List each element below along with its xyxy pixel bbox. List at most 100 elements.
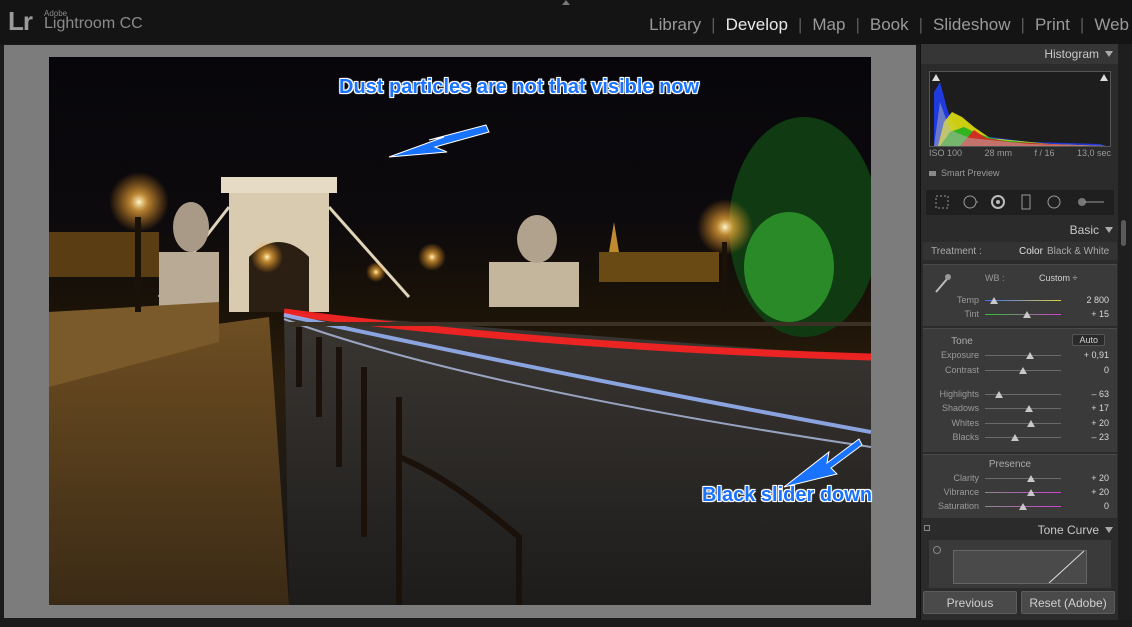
tint-slider-row[interactable]: Tint + 15 (923, 308, 1117, 322)
tone-group: Tone Auto Exposure + 0,91 Contrast 0 Hig… (923, 328, 1117, 452)
module-print[interactable]: Print (1025, 15, 1080, 35)
module-web[interactable]: Web (1084, 15, 1132, 35)
panel-toggle-icon[interactable] (924, 525, 930, 531)
module-book[interactable]: Book (860, 15, 919, 35)
tone-curve-panel (929, 540, 1111, 588)
temp-label: Temp (956, 295, 979, 305)
clarity-value[interactable]: + 20 (1091, 473, 1109, 483)
whites-label: Whites (951, 418, 979, 428)
shadows-track[interactable] (985, 408, 1061, 409)
saturation-slider-row[interactable]: Saturation 0 (923, 500, 1117, 514)
smart-preview-status[interactable]: Smart Preview (929, 168, 1000, 178)
histogram-metadata: ISO 100 28 mm f / 16 13,0 sec (929, 148, 1111, 158)
previous-button[interactable]: Previous (923, 591, 1017, 614)
saturation-label: Saturation (937, 501, 979, 511)
blacks-knob[interactable] (1010, 434, 1019, 441)
exposure-value[interactable]: + 0,91 (1084, 350, 1109, 360)
module-slideshow[interactable]: Slideshow (923, 15, 1021, 35)
crop-overlay-icon[interactable] (934, 194, 950, 210)
tint-knob[interactable] (1022, 311, 1031, 318)
panel-scrollbar[interactable] (1118, 44, 1132, 620)
treatment-color-option[interactable]: Color (1019, 246, 1043, 257)
saturation-knob[interactable] (1019, 503, 1027, 510)
basic-header[interactable]: Basic (921, 220, 1119, 240)
wb-label: WB : (985, 273, 1005, 283)
collapse-triangle-icon[interactable] (1105, 51, 1113, 57)
histogram-header[interactable]: Histogram (921, 44, 1119, 64)
saturation-value[interactable]: 0 (1104, 501, 1109, 511)
vibrance-slider-row[interactable]: Vibrance + 20 (923, 486, 1117, 500)
contrast-label: Contrast (944, 365, 979, 375)
adjustment-brush-icon[interactable] (1076, 194, 1106, 210)
eyedropper-icon[interactable] (933, 271, 953, 295)
blacks-value[interactable]: – 23 (1091, 432, 1109, 442)
tint-value[interactable]: + 15 (1091, 309, 1109, 319)
shadows-knob[interactable] (1025, 405, 1034, 412)
collapse-top-panel-icon[interactable] (562, 0, 570, 5)
clarity-track[interactable] (985, 478, 1061, 479)
shadow-clipping-icon[interactable] (932, 74, 940, 81)
whites-knob[interactable] (1026, 420, 1035, 427)
auto-tone-button[interactable]: Auto (1072, 334, 1105, 346)
shadows-label: Shadows (941, 403, 979, 413)
contrast-knob[interactable] (1019, 367, 1027, 374)
presence-group: Presence Clarity + 20 Vibrance + 20 Satu… (923, 454, 1117, 518)
tone-curve-title: Tone Curve (1037, 523, 1099, 537)
vibrance-knob[interactable] (1026, 489, 1035, 496)
contrast-slider-row[interactable]: Contrast 0 (923, 364, 1117, 378)
whites-value[interactable]: + 20 (1091, 418, 1109, 428)
wb-preset-select[interactable]: Custom ÷ (1039, 273, 1077, 283)
highlights-knob[interactable] (995, 391, 1004, 398)
module-library[interactable]: Library (639, 15, 711, 35)
whites-slider-row[interactable]: Whites + 20 (923, 417, 1117, 431)
collapse-triangle-icon[interactable] (1105, 527, 1113, 533)
smart-preview-icon (929, 171, 936, 177)
contrast-value[interactable]: 0 (1104, 365, 1109, 375)
treatment-bw-option[interactable]: Black & White (1047, 246, 1109, 257)
tone-curve-header[interactable]: Tone Curve (921, 520, 1119, 540)
clarity-label: Clarity (953, 473, 979, 483)
collapse-triangle-icon[interactable] (1105, 227, 1113, 233)
module-map[interactable]: Map (802, 15, 855, 35)
vibrance-track[interactable] (985, 492, 1061, 493)
temp-knob[interactable] (990, 297, 999, 304)
exposure-track[interactable] (985, 355, 1061, 356)
shadows-value[interactable]: + 17 (1091, 403, 1109, 413)
brand-name: Lightroom CC (44, 15, 143, 32)
clarity-slider-row[interactable]: Clarity + 20 (923, 472, 1117, 486)
graduated-filter-icon[interactable] (1018, 194, 1034, 210)
tone-curve-graph[interactable] (953, 550, 1087, 584)
highlight-clipping-icon[interactable] (1100, 74, 1108, 81)
histogram[interactable] (929, 71, 1111, 147)
reset-button[interactable]: Reset (Adobe) (1021, 591, 1115, 614)
vibrance-value[interactable]: + 20 (1091, 487, 1109, 497)
module-develop[interactable]: Develop (716, 15, 798, 35)
whites-track[interactable] (985, 423, 1061, 424)
temp-value[interactable]: 2 800 (1086, 295, 1109, 305)
temp-slider-row[interactable]: Temp 2 800 (923, 294, 1117, 308)
lightroom-window: Lr Adobe Lightroom CC Library | Develop … (0, 0, 1132, 627)
histogram-graph (934, 82, 1106, 146)
shutter-speed: 13,0 sec (1076, 148, 1111, 158)
red-eye-icon[interactable] (990, 194, 1006, 210)
radial-filter-icon[interactable] (1046, 194, 1062, 210)
focal-length: 28 mm (984, 148, 1013, 158)
target-adjust-icon[interactable] (933, 546, 941, 554)
bottom-buttons: Previous Reset (Adobe) (921, 591, 1119, 617)
exposure-knob[interactable] (1025, 352, 1034, 359)
shadows-slider-row[interactable]: Shadows + 17 (923, 402, 1117, 416)
blacks-slider-row[interactable]: Blacks – 23 (923, 431, 1117, 445)
tone-curve-line (1048, 550, 1085, 584)
exposure-slider-row[interactable]: Exposure + 0,91 (923, 349, 1117, 363)
exposure-label: Exposure (940, 350, 979, 360)
highlights-slider-row[interactable]: Highlights – 63 (923, 388, 1117, 402)
spot-removal-icon[interactable] (962, 194, 978, 210)
develop-right-panel: Histogram ISO 100 28 mm f / 16 13,0 sec … (920, 44, 1119, 620)
basic-title: Basic (1069, 223, 1099, 237)
photo-preview[interactable] (49, 57, 871, 605)
highlights-value[interactable]: – 63 (1091, 389, 1109, 399)
clarity-knob[interactable] (1026, 475, 1035, 482)
blacks-track[interactable] (985, 437, 1061, 438)
annotation-dust: Dust particles are not that visible now (339, 76, 700, 98)
scrollbar-thumb[interactable] (1121, 220, 1126, 246)
